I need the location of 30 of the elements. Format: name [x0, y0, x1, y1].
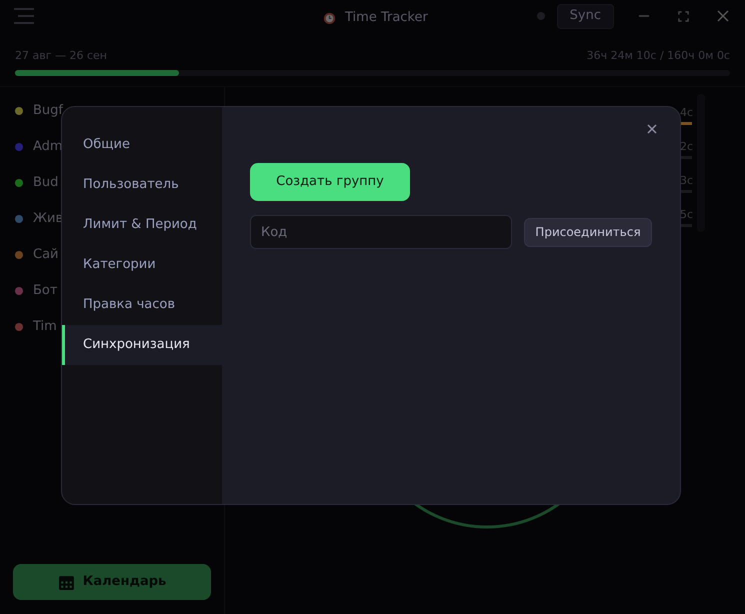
category-label[interactable]: Bugf — [33, 101, 63, 121]
maximize-icon[interactable] — [678, 10, 689, 22]
category-label[interactable]: Бот — [33, 281, 58, 301]
calendar-icon — [58, 574, 75, 590]
sync-button[interactable]: Sync — [556, 4, 614, 28]
duration-text: 2с — [680, 140, 694, 154]
period-total: 36ч 24м 10с / 160ч 0м 0с — [586, 48, 730, 64]
category-label[interactable]: Tim — [33, 317, 57, 337]
window-title: Time Tracker — [345, 9, 428, 27]
alarm-clock-icon — [322, 10, 337, 26]
settings-tab[interactable]: Общие — [62, 125, 222, 165]
close-icon[interactable] — [717, 10, 729, 22]
period-range: 27 авг — 26 сен — [15, 48, 107, 64]
close-icon[interactable] — [647, 124, 657, 134]
settings-tab[interactable]: Категории — [62, 245, 222, 285]
category-label[interactable]: Adm — [33, 137, 63, 157]
menu-icon[interactable] — [12, 7, 36, 25]
settings-tab[interactable]: Правка часов — [62, 285, 222, 325]
create-group-button[interactable]: Создать группу — [250, 163, 410, 201]
duration-text: 3с — [680, 174, 694, 188]
code-field[interactable]: Код — [250, 215, 512, 249]
duration-text: 5с — [680, 208, 694, 222]
settings-tab[interactable]: Синхронизация — [62, 325, 222, 365]
category-label[interactable]: Сай — [33, 245, 58, 265]
settings-tab[interactable]: Лимит & Период — [62, 205, 222, 245]
join-button[interactable]: Присоединиться — [524, 218, 652, 246]
calendar-button[interactable]: Календарь — [13, 564, 211, 600]
category-label[interactable]: Bud — [33, 173, 58, 193]
duration-text: 4с — [680, 106, 694, 120]
settings-tab[interactable]: Пользователь — [62, 165, 222, 205]
